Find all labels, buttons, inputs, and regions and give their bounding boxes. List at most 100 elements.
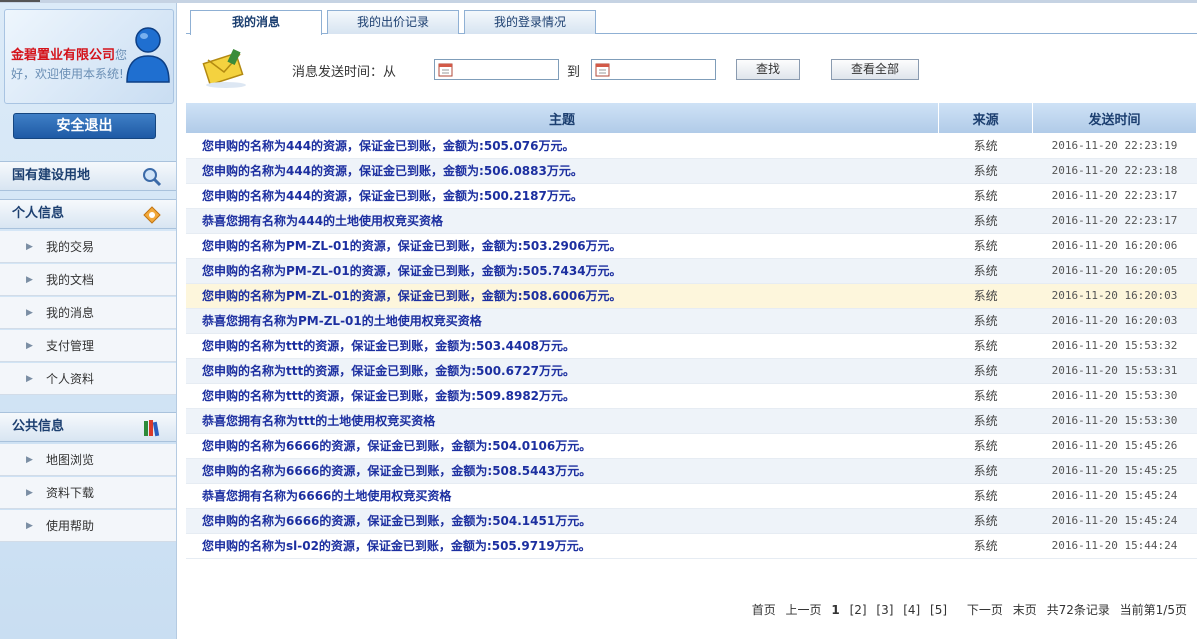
search-bar: 消息发送时间：从 到 查找 查看全部 (186, 35, 1197, 90)
message-source: 系统 (938, 358, 1033, 384)
table-row[interactable]: 您申购的名称为444的资源，保证金已到账，金额为:506.0883万元。 系统 20… (186, 158, 1197, 184)
pager-page-2[interactable]: [2] (850, 603, 867, 617)
pager-last-link[interactable]: 末页 (1013, 603, 1037, 617)
sidebar-item-my-messages[interactable]: ▶ 我的消息 (0, 297, 176, 329)
date-from-input[interactable] (434, 59, 559, 80)
bullet-arrow-icon: ▶ (26, 275, 33, 285)
sidebar-item-my-trades[interactable]: ▶ 我的交易 (0, 231, 176, 263)
table-row[interactable]: 您申购的名称为ttt的资源，保证金已到账，金额为:500.6727万元。 系统 20… (186, 358, 1197, 384)
pager-page-3[interactable]: [3] (876, 603, 893, 617)
pager-page-4[interactable]: [4] (903, 603, 920, 617)
calendar-icon[interactable] (595, 62, 610, 77)
main-content: 我的消息 我的出价记录 我的登录情况 消息发送时间：从 到 查找 查看全部 主题… (186, 3, 1197, 639)
table-row[interactable]: 您申购的名称为6666的资源，保证金已到账，金额为:504.0106万元。 系统 2… (186, 433, 1197, 459)
sidebar-item-label: 个人资料 (46, 372, 95, 386)
message-subject-link[interactable]: 恭喜您拥有名称为6666的土地使用权竞买资格 (186, 483, 939, 509)
bullet-arrow-icon: ▶ (26, 242, 33, 252)
message-source: 系统 (938, 258, 1033, 284)
message-subject-link[interactable]: 您申购的名称为PM-ZL-01的资源，保证金已到账，金额为:503.2906万元… (186, 233, 939, 259)
message-subject-link[interactable]: 您申购的名称为sl-02的资源，保证金已到账，金额为:505.9719万元。 (186, 533, 939, 559)
message-subject-link[interactable]: 您申购的名称为ttt的资源，保证金已到账，金额为:509.8982万元。 (186, 383, 939, 409)
pagination: 首页 上一页 1 [2] [3] [4] [5] 下一页 末页 共72条记录 当… (746, 601, 1187, 618)
view-all-button[interactable]: 查看全部 (831, 59, 919, 80)
table-row[interactable]: 恭喜您拥有名称为PM-ZL-01的土地使用权竞买资格 系统 2016-11-20 1… (186, 308, 1197, 334)
column-header-time[interactable]: 发送时间 (1032, 103, 1197, 133)
company-name: 金碧置业有限公司 (11, 48, 116, 63)
message-subject-link[interactable]: 您申购的名称为444的资源，保证金已到账，金额为:505.076万元。 (186, 133, 939, 159)
section-land-label: 国有建设用地 (12, 168, 91, 183)
sidebar-item-label: 资料下载 (46, 486, 95, 500)
tab-my-messages[interactable]: 我的消息 (190, 10, 322, 35)
message-subject-link[interactable]: 恭喜您拥有名称为PM-ZL-01的土地使用权竞买资格 (186, 308, 939, 334)
message-send-time: 2016-11-20 22:23:18 (1032, 158, 1197, 184)
message-subject-link[interactable]: 您申购的名称为6666的资源，保证金已到账，金额为:508.5443万元。 (186, 458, 939, 484)
message-send-time: 2016-11-20 16:20:03 (1032, 308, 1197, 334)
table-row[interactable]: 您申购的名称为sl-02的资源，保证金已到账，金额为:505.9719万元。 系统… (186, 533, 1197, 559)
table-row[interactable]: 恭喜您拥有名称为6666的土地使用权竞买资格 系统 2016-11-20 15:45… (186, 483, 1197, 509)
table-row[interactable]: 您申购的名称为444的资源，保证金已到账，金额为:500.2187万元。 系统 20… (186, 183, 1197, 209)
search-button[interactable]: 查找 (736, 59, 800, 80)
table-row[interactable]: 您申购的名称为PM-ZL-01的资源，保证金已到账，金额为:508.6006万元… (186, 283, 1197, 309)
bullet-arrow-icon: ▶ (26, 341, 33, 351)
pager-prev-link[interactable]: 上一页 (786, 603, 822, 617)
logout-button[interactable]: 安全退出 (13, 113, 156, 139)
user-greeting: 金碧置业有限公司您好，欢迎使用本系统! (11, 46, 131, 83)
pager-next-link[interactable]: 下一页 (967, 603, 1003, 617)
table-row[interactable]: 您申购的名称为6666的资源，保证金已到账，金额为:504.1451万元。 系统 2… (186, 508, 1197, 534)
person-info-icon (143, 206, 161, 224)
message-subject-link[interactable]: 您申购的名称为ttt的资源，保证金已到账，金额为:500.6727万元。 (186, 358, 939, 384)
message-send-time: 2016-11-20 16:20:03 (1032, 283, 1197, 309)
message-send-time: 2016-11-20 15:44:24 (1032, 533, 1197, 559)
message-send-time: 2016-11-20 15:53:32 (1032, 333, 1197, 359)
table-header-row: 主题 来源 发送时间 (186, 103, 1197, 133)
section-public[interactable]: 公共信息 (0, 412, 176, 442)
table-row[interactable]: 您申购的名称为PM-ZL-01的资源，保证金已到账，金额为:505.7434万元… (186, 258, 1197, 284)
section-public-label: 公共信息 (12, 419, 65, 434)
sidebar-item-downloads[interactable]: ▶ 资料下载 (0, 477, 176, 509)
tab-my-logins[interactable]: 我的登录情况 (464, 10, 596, 34)
sidebar-item-label: 地图浏览 (46, 453, 95, 467)
pager-first-link[interactable]: 首页 (752, 603, 776, 617)
send-time-from-label: 消息发送时间：从 (292, 65, 397, 80)
message-subject-link[interactable]: 您申购的名称为PM-ZL-01的资源，保证金已到账，金额为:505.7434万元… (186, 258, 939, 284)
message-subject-link[interactable]: 您申购的名称为PM-ZL-01的资源，保证金已到账，金额为:508.6006万元… (186, 283, 939, 309)
user-avatar-icon (126, 27, 170, 83)
section-land[interactable]: 国有建设用地 (0, 161, 176, 191)
message-source: 系统 (938, 383, 1033, 409)
message-source: 系统 (938, 308, 1033, 334)
sidebar-item-payment[interactable]: ▶ 支付管理 (0, 330, 176, 362)
message-subject-link[interactable]: 您申购的名称为ttt的资源，保证金已到账，金额为:503.4408万元。 (186, 333, 939, 359)
sidebar-item-label: 使用帮助 (46, 519, 95, 533)
message-subject-link[interactable]: 恭喜您拥有名称为444的土地使用权竞买资格 (186, 208, 939, 234)
magnifier-icon (143, 168, 162, 187)
tab-my-bids[interactable]: 我的出价记录 (327, 10, 459, 34)
sidebar-item-help[interactable]: ▶ 使用帮助 (0, 510, 176, 542)
pager-page-5[interactable]: [5] (930, 603, 947, 617)
message-subject-link[interactable]: 您申购的名称为6666的资源，保证金已到账，金额为:504.1451万元。 (186, 508, 939, 534)
sidebar-item-profile[interactable]: ▶ 个人资料 (0, 363, 176, 395)
table-row[interactable]: 您申购的名称为ttt的资源，保证金已到账，金额为:509.8982万元。 系统 20… (186, 383, 1197, 409)
books-icon (144, 420, 160, 437)
table-row[interactable]: 您申购的名称为6666的资源，保证金已到账，金额为:508.5443万元。 系统 2… (186, 458, 1197, 484)
message-subject-link[interactable]: 您申购的名称为444的资源，保证金已到账，金额为:500.2187万元。 (186, 183, 939, 209)
table-row[interactable]: 您申购的名称为ttt的资源，保证金已到账，金额为:503.4408万元。 系统 20… (186, 333, 1197, 359)
sidebar-item-map[interactable]: ▶ 地图浏览 (0, 444, 176, 476)
column-header-source[interactable]: 来源 (938, 103, 1034, 133)
table-row[interactable]: 恭喜您拥有名称为ttt的土地使用权竞买资格 系统 2016-11-20 15:53:… (186, 408, 1197, 434)
message-subject-link[interactable]: 恭喜您拥有名称为ttt的土地使用权竞买资格 (186, 408, 939, 434)
message-subject-link[interactable]: 您申购的名称为6666的资源，保证金已到账，金额为:504.0106万元。 (186, 433, 939, 459)
calendar-icon[interactable] (438, 62, 453, 77)
section-personal[interactable]: 个人信息 (0, 199, 176, 229)
column-header-subject[interactable]: 主题 (186, 103, 940, 133)
message-subject-link[interactable]: 您申购的名称为444的资源，保证金已到账，金额为:506.0883万元。 (186, 158, 939, 184)
sidebar-item-my-documents[interactable]: ▶ 我的文档 (0, 264, 176, 296)
mail-icon (202, 48, 246, 88)
date-to-input[interactable] (591, 59, 716, 80)
pager-page-1: 1 (831, 603, 840, 617)
table-row[interactable]: 恭喜您拥有名称为444的土地使用权竞买资格 系统 2016-11-20 22:23:… (186, 208, 1197, 234)
pager-current-page: 当前第1/5页 (1119, 603, 1187, 617)
table-row[interactable]: 您申购的名称为444的资源，保证金已到账，金额为:505.076万元。 系统 201… (186, 133, 1197, 159)
bullet-arrow-icon: ▶ (26, 488, 33, 498)
table-row[interactable]: 您申购的名称为PM-ZL-01的资源，保证金已到账，金额为:503.2906万元… (186, 233, 1197, 259)
message-source: 系统 (938, 533, 1033, 559)
